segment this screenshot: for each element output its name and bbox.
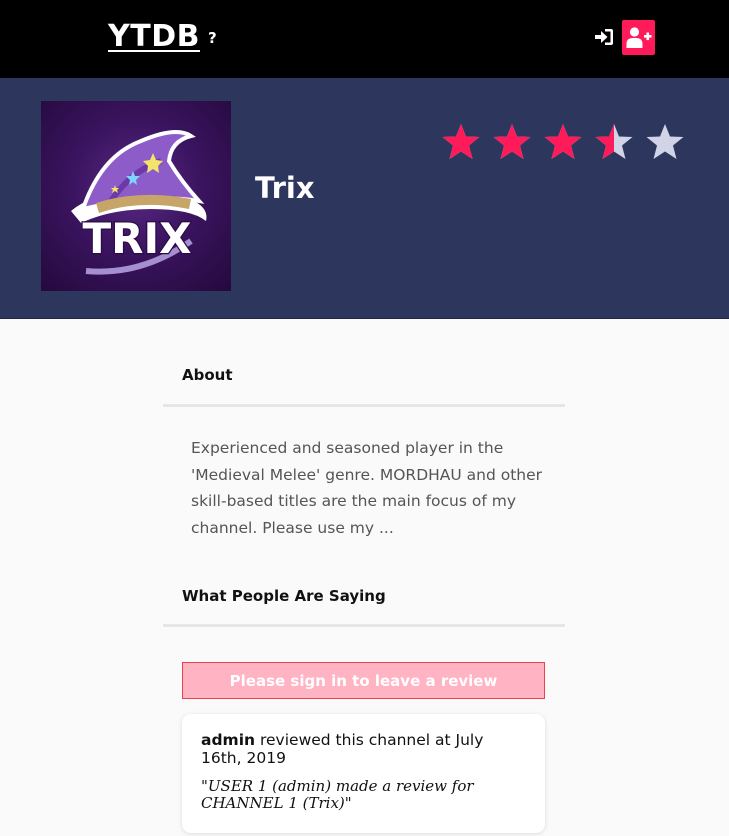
signup-button[interactable] [622, 20, 655, 55]
wizard-hat-logo-icon: TRIX [71, 130, 207, 275]
help-link[interactable]: ? [208, 29, 217, 47]
reviews-divider [163, 624, 565, 627]
channel-logo-text: TRIX [83, 214, 192, 263]
about-text: Experienced and seasoned player in the '… [191, 439, 543, 537]
about-heading: About [182, 366, 233, 384]
rating-star-icon [544, 124, 582, 159]
rating-star-icon [493, 124, 531, 159]
channel-name: Trix [255, 171, 315, 205]
reviews-heading: What People Are Saying [182, 587, 386, 605]
top-navbar: YTDB ? [0, 0, 729, 78]
channel-banner: TRIX Trix [0, 78, 729, 319]
review-body: "USER 1 (admin) made a review for CHANNE… [201, 777, 474, 812]
about-divider [163, 404, 565, 407]
signin-to-review-button[interactable]: Please sign in to leave a review [182, 662, 545, 699]
rating-stars [441, 122, 685, 162]
review-card: admin reviewed this channel at July 16th… [182, 714, 545, 833]
rating-star-icon [595, 124, 633, 159]
rating-star-icon [646, 124, 684, 159]
rating-star-icon [442, 124, 480, 159]
channel-avatar: TRIX [41, 101, 231, 291]
site-logo[interactable]: YTDB [108, 19, 200, 54]
review-author[interactable]: admin [201, 731, 255, 749]
sign-in-icon[interactable] [594, 28, 614, 46]
user-plus-icon [626, 27, 652, 48]
review-header: admin reviewed this channel at July 16th… [201, 731, 526, 767]
